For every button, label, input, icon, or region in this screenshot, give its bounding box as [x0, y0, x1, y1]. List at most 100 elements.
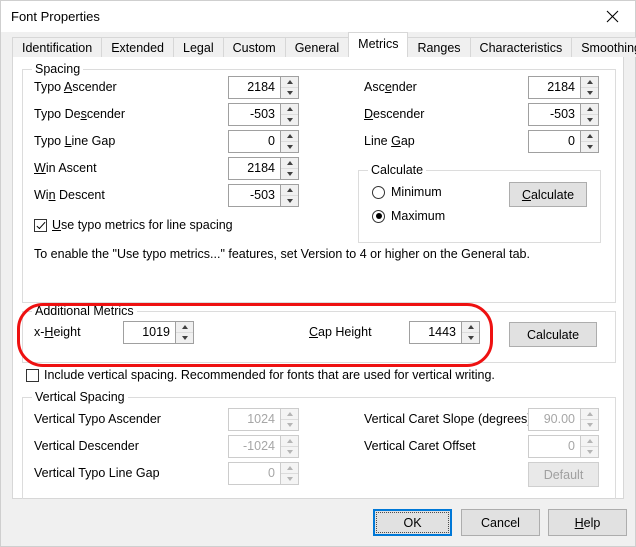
typo-ascender-spin-buttons[interactable]: [280, 77, 298, 98]
spin-up-icon[interactable]: [281, 104, 298, 115]
spin-down-icon[interactable]: [281, 169, 298, 179]
vertical-descender-value: -1024: [229, 436, 280, 457]
ascender-value[interactable]: 2184: [529, 77, 580, 98]
radio-maximum[interactable]: Maximum: [372, 209, 445, 223]
vertical-descender-spinner[interactable]: -1024: [228, 435, 299, 458]
spin-down-icon: [281, 447, 298, 457]
metrics-tab-page: Spacing Typo Ascender Typo Descender Typ…: [12, 54, 624, 499]
tab-ranges[interactable]: Ranges: [407, 37, 470, 57]
descender-spin-buttons[interactable]: [580, 104, 598, 125]
line-gap-spin-buttons[interactable]: [580, 131, 598, 152]
cap-height-value[interactable]: 1443: [410, 322, 461, 343]
descender-value[interactable]: -503: [529, 104, 580, 125]
typo-line-gap-spin-buttons[interactable]: [280, 131, 298, 152]
spin-down-icon[interactable]: [581, 88, 598, 98]
win-descent-spin-buttons[interactable]: [280, 185, 298, 206]
vertical-descender-label: Vertical Descender: [34, 439, 139, 453]
radio-minimum[interactable]: Minimum: [372, 185, 442, 199]
close-icon[interactable]: [589, 1, 635, 32]
vertical-typo-line-gap-value: 0: [229, 463, 280, 484]
win-descent-value[interactable]: -503: [229, 185, 280, 206]
spin-up-icon: [281, 463, 298, 474]
cap-height-spin-buttons[interactable]: [461, 322, 479, 343]
line-gap-spinner[interactable]: 0: [528, 130, 599, 153]
ascender-spin-buttons[interactable]: [580, 77, 598, 98]
tab-smoothing[interactable]: Smoothing: [571, 37, 636, 57]
win-ascent-label: Win Ascent: [34, 161, 97, 175]
typo-ascender-spinner[interactable]: 2184: [228, 76, 299, 99]
spin-up-icon[interactable]: [462, 322, 479, 333]
spin-up-icon[interactable]: [281, 131, 298, 142]
cap-height-spinner[interactable]: 1443: [409, 321, 480, 344]
include-vertical-spacing-checkbox[interactable]: Include vertical spacing. Recommended fo…: [26, 368, 495, 382]
spin-up-icon[interactable]: [581, 77, 598, 88]
spin-down-icon[interactable]: [581, 142, 598, 152]
tab-legal[interactable]: Legal: [173, 37, 224, 57]
spin-down-icon[interactable]: [281, 196, 298, 206]
win-ascent-spin-buttons[interactable]: [280, 158, 298, 179]
typo-descender-spinner[interactable]: -503: [228, 103, 299, 126]
typo-descender-value[interactable]: -503: [229, 104, 280, 125]
spin-down-icon[interactable]: [462, 333, 479, 343]
vertical-typo-ascender-spinner[interactable]: 1024: [228, 408, 299, 431]
tab-characteristics[interactable]: Characteristics: [470, 37, 573, 57]
radio-minimum-label: Minimum: [391, 185, 442, 199]
use-typo-metrics-checkbox[interactable]: Use typo metrics for line spacing: [34, 218, 233, 232]
x-height-spin-buttons[interactable]: [175, 322, 193, 343]
tab-custom[interactable]: Custom: [223, 37, 286, 57]
tab-extended[interactable]: Extended: [101, 37, 174, 57]
x-height-spinner[interactable]: 1019: [123, 321, 194, 344]
help-button[interactable]: Help: [548, 509, 627, 536]
spin-up-icon[interactable]: [281, 158, 298, 169]
calculate-button-additional[interactable]: Calculate: [509, 322, 597, 347]
x-height-value[interactable]: 1019: [124, 322, 175, 343]
typo-descender-label: Typo Descender: [34, 107, 125, 121]
spacing-group-label: Spacing: [32, 62, 83, 76]
tab-identification[interactable]: Identification: [12, 37, 102, 57]
spin-up-icon: [281, 436, 298, 447]
ascender-spinner[interactable]: 2184: [528, 76, 599, 99]
tab-strip-container: Identification Extended Legal Custom Gen…: [1, 32, 635, 55]
tab-metrics[interactable]: Metrics: [348, 32, 408, 55]
descender-spinner[interactable]: -503: [528, 103, 599, 126]
include-vertical-spacing-label: Include vertical spacing. Recommended fo…: [44, 368, 495, 382]
vertical-typo-line-gap-label: Vertical Typo Line Gap: [34, 466, 160, 480]
ok-button[interactable]: OK: [373, 509, 452, 536]
tab-general[interactable]: General: [285, 37, 349, 57]
vertical-descender-spin-buttons: [280, 436, 298, 457]
spin-up-icon[interactable]: [581, 104, 598, 115]
typo-line-gap-spinner[interactable]: 0: [228, 130, 299, 153]
line-gap-value[interactable]: 0: [529, 131, 580, 152]
calculate-group-label: Calculate: [368, 163, 426, 177]
spin-up-icon[interactable]: [176, 322, 193, 333]
spin-up-icon: [281, 409, 298, 420]
vertical-caret-slope-spinner[interactable]: 90.00: [528, 408, 599, 431]
additional-metrics-group-label: Additional Metrics: [32, 304, 137, 318]
win-descent-spinner[interactable]: -503: [228, 184, 299, 207]
checkbox-unchecked-icon: [26, 369, 39, 382]
spin-up-icon[interactable]: [281, 77, 298, 88]
calculate-button-spacing[interactable]: Calculate: [509, 182, 587, 207]
spin-down-icon[interactable]: [176, 333, 193, 343]
vertical-caret-offset-spinner[interactable]: 0: [528, 435, 599, 458]
vertical-typo-line-gap-spinner[interactable]: 0: [228, 462, 299, 485]
spin-down-icon[interactable]: [581, 115, 598, 125]
win-ascent-spinner[interactable]: 2184: [228, 157, 299, 180]
cap-height-label: Cap Height: [309, 325, 372, 339]
typo-line-gap-value[interactable]: 0: [229, 131, 280, 152]
title-bar: Font Properties: [1, 1, 635, 32]
cancel-button[interactable]: Cancel: [461, 509, 540, 536]
font-properties-dialog: Font Properties Identification Extended …: [0, 0, 636, 547]
spin-down-icon[interactable]: [281, 142, 298, 152]
typo-metrics-hint-text: To enable the "Use typo metrics..." feat…: [34, 247, 530, 261]
spin-up-icon[interactable]: [281, 185, 298, 196]
radio-maximum-label: Maximum: [391, 209, 445, 223]
typo-descender-spin-buttons[interactable]: [280, 104, 298, 125]
default-button[interactable]: Default: [528, 462, 599, 487]
spin-down-icon[interactable]: [281, 115, 298, 125]
spin-down-icon: [281, 420, 298, 430]
win-ascent-value[interactable]: 2184: [229, 158, 280, 179]
typo-ascender-value[interactable]: 2184: [229, 77, 280, 98]
spin-up-icon[interactable]: [581, 131, 598, 142]
spin-down-icon[interactable]: [281, 88, 298, 98]
